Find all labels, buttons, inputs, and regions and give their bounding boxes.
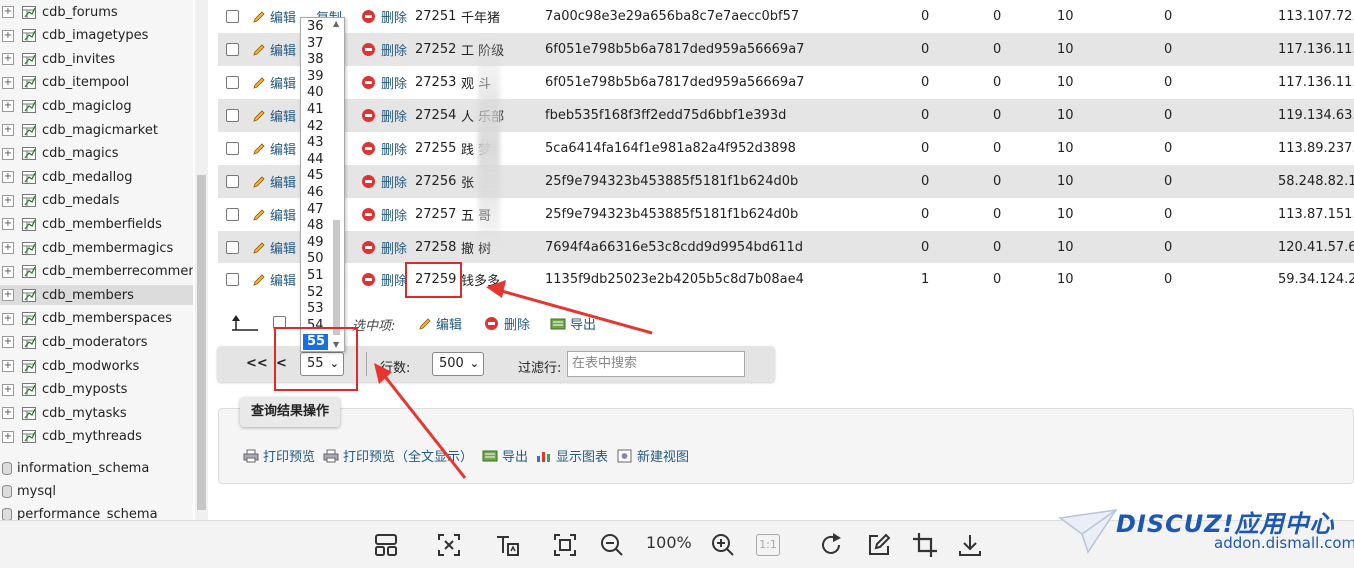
watermark-url: addon.dismall.com — [1214, 534, 1354, 552]
annotation-arrows — [374, 280, 653, 479]
discuz-watermark: DISCUZ!应用中心 addon.dismall.com — [1058, 502, 1354, 564]
paper-plane-icon — [1058, 509, 1118, 554]
